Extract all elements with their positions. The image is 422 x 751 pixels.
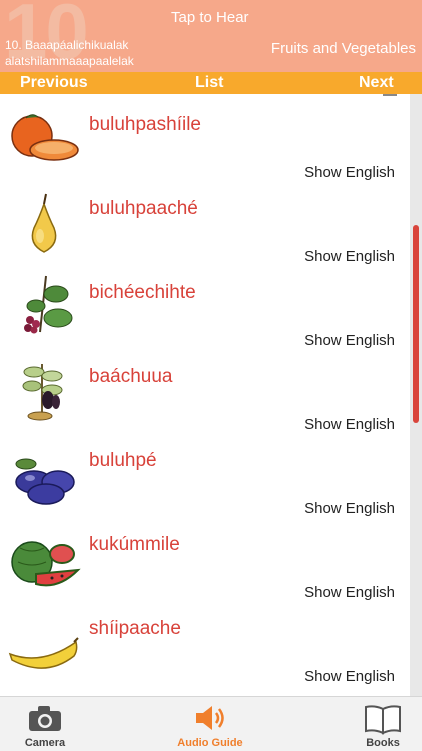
plums-icon [15, 458, 75, 505]
list-button[interactable]: List [195, 74, 223, 92]
list-item[interactable]: buluhpé Show English [0, 430, 410, 517]
list-item[interactable]: buluhpaaché Show English [0, 178, 410, 265]
word-list[interactable]: buluhpashíile Show English buluhpaaché S… [0, 94, 410, 696]
tab-bar: Camera Audio Guide Books [0, 696, 422, 751]
tab-books[interactable]: Books [338, 697, 422, 751]
word-text[interactable]: baáchuua [89, 366, 172, 388]
list-item[interactable]: kukúmmile Show English [0, 514, 410, 601]
scrollbar-thumb[interactable] [413, 225, 419, 423]
word-text[interactable]: kukúmmile [89, 534, 180, 556]
nav-bar: Previous List Next [0, 72, 422, 94]
speaker-icon [196, 706, 224, 730]
lesson-subtitle-line2: alatshilammaaapaalelak [5, 54, 134, 68]
camera-icon [29, 706, 61, 731]
lesson-subtitle-line1: 10. Baaapáalichikualak [5, 38, 129, 52]
list-item[interactable]: baáchuua Show English [0, 346, 410, 433]
tab-camera[interactable]: Camera [0, 697, 90, 751]
banana-icon [8, 637, 79, 669]
tab-books-label: Books [366, 737, 400, 749]
list-item[interactable]: buluhpashíile Show English [0, 94, 410, 181]
tap-to-hear-label[interactable]: Tap to Hear [171, 9, 249, 26]
orange-icon [11, 114, 79, 161]
tab-camera-label: Camera [24, 737, 66, 749]
book-icon [365, 705, 401, 735]
header[interactable]: 10 Tap to Hear 10. Baaapáalichikualak al… [0, 0, 422, 72]
tab-audio-label: Audio Guide [177, 737, 243, 749]
list-item[interactable]: shíipaache Show English [0, 598, 410, 685]
word-text[interactable]: shíipaache [89, 618, 181, 640]
word-text[interactable]: buluhpé [89, 450, 157, 472]
berry-branch-icon [24, 275, 73, 334]
pear-icon [31, 193, 57, 253]
category-title: Fruits and Vegetables [270, 40, 416, 57]
watermelon-icon [11, 541, 81, 587]
list-item[interactable]: bichéechihte Show English [0, 262, 410, 349]
next-button[interactable]: Next [359, 74, 394, 92]
show-english-button[interactable]: Show English [304, 668, 395, 685]
previous-button[interactable]: Previous [20, 74, 88, 92]
word-text[interactable]: bichéechihte [89, 282, 196, 304]
plant-pot-icon [22, 364, 63, 421]
word-text[interactable]: buluhpaaché [89, 198, 198, 220]
tab-audio-guide[interactable]: Audio Guide [165, 697, 255, 751]
word-text[interactable]: buluhpashíile [89, 114, 201, 136]
